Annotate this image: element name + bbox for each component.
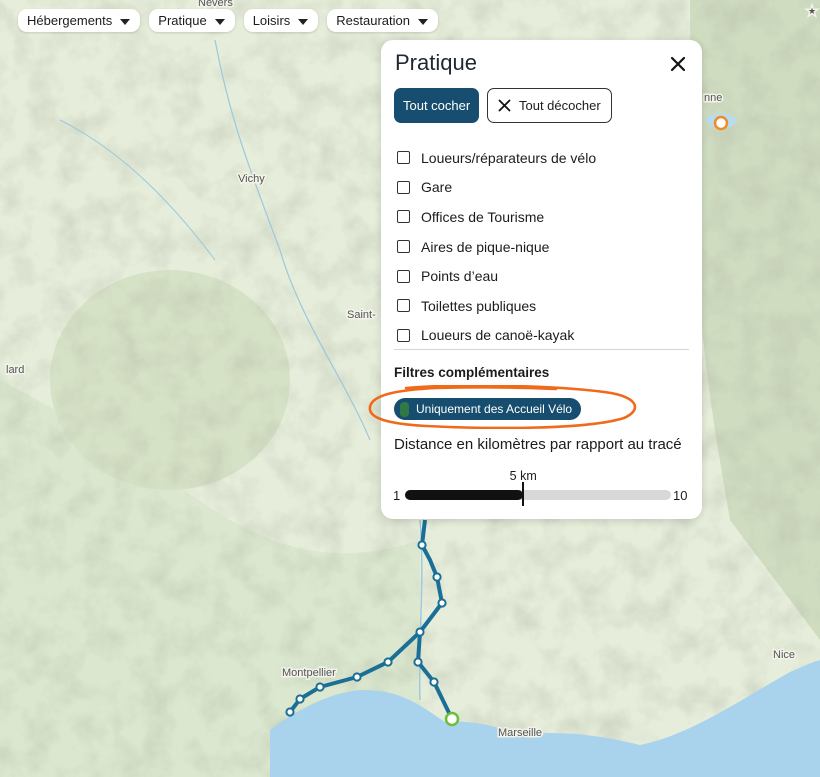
chip-label: Pratique bbox=[158, 13, 207, 28]
place-label: Saint- bbox=[347, 309, 376, 321]
place-label: Montpellier bbox=[282, 667, 336, 679]
pratique-filter-panel: Pratique Tout cocher Tout décocher Loueu… bbox=[381, 40, 702, 519]
deselect-all-button[interactable]: Tout décocher bbox=[487, 88, 612, 123]
option-offices-tourisme[interactable]: Offices de Tourisme bbox=[397, 202, 596, 232]
checkbox[interactable] bbox=[397, 299, 410, 313]
route-end-marker[interactable] bbox=[444, 711, 460, 727]
divider bbox=[394, 349, 689, 350]
route-start-marker[interactable] bbox=[713, 115, 729, 131]
option-label: Points d’eau bbox=[421, 268, 499, 285]
place-label: Nice bbox=[773, 649, 795, 661]
option-label: Loueurs/réparateurs de vélo bbox=[421, 149, 597, 166]
slider-thumb[interactable] bbox=[522, 482, 525, 506]
panel-title: Pratique bbox=[395, 50, 477, 75]
place-label: lard bbox=[6, 364, 24, 376]
option-gare[interactable]: Gare bbox=[397, 173, 596, 203]
checkbox[interactable] bbox=[397, 210, 410, 224]
option-toilettes-publiques[interactable]: Toilettes publiques bbox=[397, 291, 596, 321]
option-aires-pique-nique[interactable]: Aires de pique-nique bbox=[397, 232, 596, 262]
place-label: Vichy bbox=[238, 173, 265, 185]
slider-min-label: 1 bbox=[393, 488, 401, 503]
place-label: Nevers bbox=[198, 0, 233, 9]
option-points-eau[interactable]: Points d’eau bbox=[397, 261, 596, 291]
annotation-circle bbox=[368, 385, 637, 429]
checkbox[interactable] bbox=[397, 151, 410, 165]
place-label: Marseille bbox=[498, 727, 542, 739]
option-label: Aires de pique-nique bbox=[421, 238, 550, 255]
option-label: Toilettes publiques bbox=[421, 297, 537, 314]
deselect-all-label: Tout décocher bbox=[519, 98, 601, 113]
checkbox[interactable] bbox=[397, 180, 410, 194]
slider-value-label: 5 km bbox=[509, 469, 537, 483]
place-label: nne bbox=[704, 92, 722, 104]
caret-down-icon bbox=[214, 18, 225, 25]
option-label: Gare bbox=[421, 179, 453, 196]
chip-label: Restauration bbox=[336, 13, 410, 28]
filter-bar: Hébergements Pratique Loisirs Restaurati… bbox=[18, 9, 438, 32]
option-loueurs-canoe-kayak[interactable]: Loueurs de canoë-kayak bbox=[397, 321, 596, 351]
close-icon[interactable] bbox=[668, 54, 688, 74]
select-all-button[interactable]: Tout cocher bbox=[394, 88, 480, 123]
close-icon bbox=[498, 99, 511, 112]
compass-star-icon: ★ bbox=[808, 6, 816, 16]
filter-chip-pratique[interactable]: Pratique bbox=[149, 9, 235, 32]
chip-label: Loisirs bbox=[252, 13, 291, 28]
filter-chip-hebergements[interactable]: Hébergements bbox=[18, 9, 141, 32]
option-loueurs-reparateurs-velo[interactable]: Loueurs/réparateurs de vélo bbox=[397, 143, 596, 173]
checkbox[interactable] bbox=[397, 240, 410, 254]
distance-label: Distance en kilomètres par rapport au tr… bbox=[394, 436, 682, 453]
extra-filters-heading: Filtres complémentaires bbox=[394, 365, 550, 380]
caret-down-icon bbox=[418, 18, 428, 25]
distance-slider[interactable]: 5 km bbox=[405, 469, 671, 506]
slider-fill bbox=[405, 490, 524, 500]
caret-down-icon bbox=[298, 18, 309, 25]
option-label: Offices de Tourisme bbox=[421, 208, 545, 225]
checkbox[interactable] bbox=[397, 328, 410, 342]
option-list: Loueurs/réparateurs de vélo Gare Offices… bbox=[397, 143, 596, 350]
checkbox[interactable] bbox=[397, 269, 410, 283]
chip-label: Hébergements bbox=[27, 13, 113, 28]
filter-chip-restauration[interactable]: Restauration bbox=[327, 9, 438, 32]
slider-max-label: 10 bbox=[673, 488, 688, 503]
filter-chip-loisirs[interactable]: Loisirs bbox=[243, 9, 319, 32]
option-label: Loueurs de canoë-kayak bbox=[421, 327, 575, 344]
caret-down-icon bbox=[120, 18, 131, 25]
